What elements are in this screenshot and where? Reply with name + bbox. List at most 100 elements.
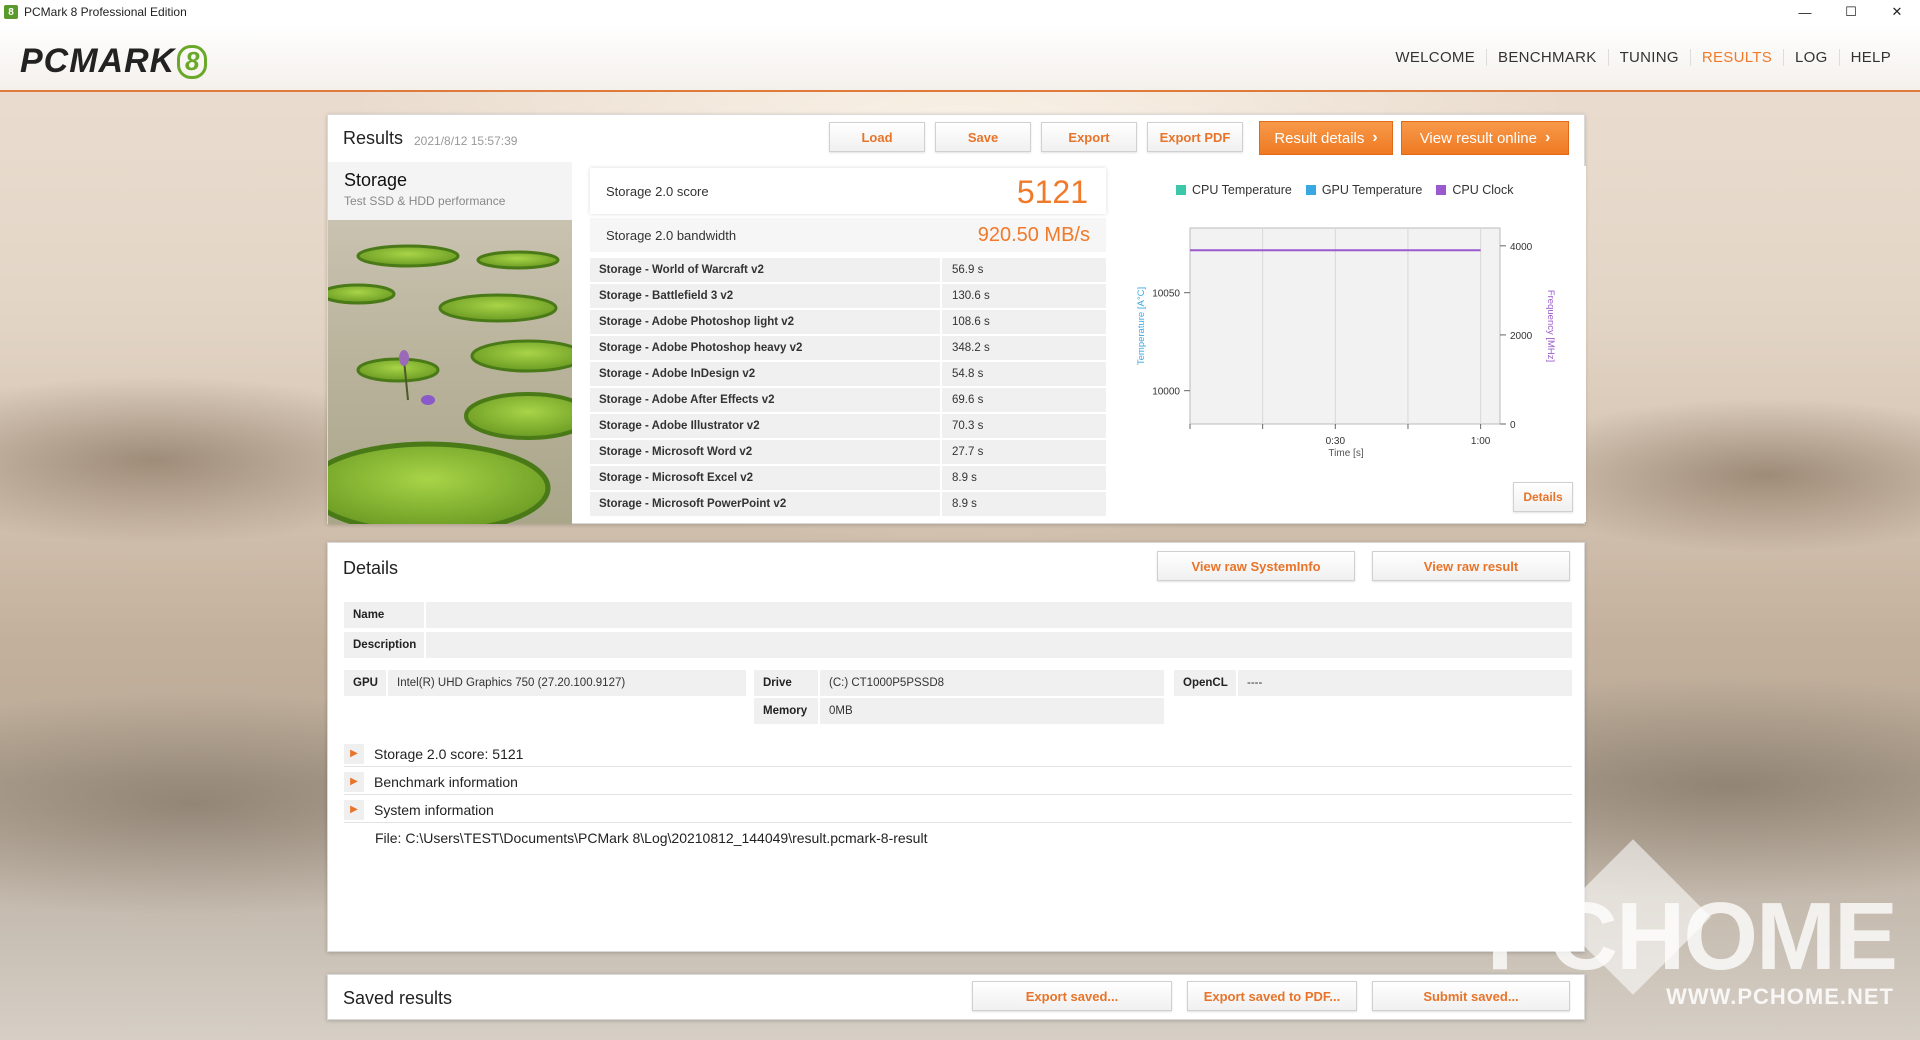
result-details-label: Result details [1274,129,1365,147]
storage-description: Test SSD & HDD performance [344,194,506,208]
tick-label: 1:00 [1471,436,1491,447]
test-value: 130.6 s [942,284,1106,308]
nav-log[interactable]: LOG [1784,48,1840,66]
window-titlebar: 8 PCMark 8 Professional Edition — ☐ ✕ [0,0,1920,24]
view-result-online-button[interactable]: View result online › [1401,121,1569,155]
tick-label: 0:30 [1326,436,1346,447]
close-button[interactable]: ✕ [1874,0,1920,24]
export-pdf-button[interactable]: Export PDF [1147,122,1243,152]
legend-item: CPU Temperature [1176,183,1292,197]
table-row: Storage - World of Warcraft v2 56.9 s [590,258,1106,282]
drive-value: (C:) CT1000P5PSSD8 [820,670,1164,696]
window-controls: — ☐ ✕ [1782,0,1920,24]
table-row: Storage - Adobe After Effects v2 69.6 s [590,388,1106,412]
results-timestamp: 2021/8/12 15:57:39 [414,134,518,148]
minimize-button[interactable]: — [1782,0,1828,24]
legend-label: CPU Clock [1452,183,1514,197]
nav-welcome[interactable]: WELCOME [1384,48,1488,66]
test-name: Storage - Adobe Illustrator v2 [590,414,940,438]
chart-legend: CPU Temperature GPU Temperature CPU Cloc… [1176,183,1513,197]
details-title: Details [343,558,399,578]
nav-tuning[interactable]: TUNING [1609,48,1691,66]
caret-right-icon: ▶ [344,799,364,820]
x-axis-label: Time [s] [1328,448,1363,459]
chevron-right-icon: › [1544,129,1551,146]
main-nav: WELCOME BENCHMARK TUNING RESULTS LOG HEL… [1384,24,1902,90]
memory-label: Memory [754,698,818,724]
export-saved-button[interactable]: Export saved... [972,981,1172,1011]
test-name: Storage - Adobe Photoshop light v2 [590,310,940,334]
table-row: Storage - Adobe Photoshop heavy v2 348.2 … [590,336,1106,360]
name-value [426,602,1572,628]
score-label: Storage 2.0 score [606,184,709,199]
nav-benchmark[interactable]: BENCHMARK [1487,48,1609,66]
expander-benchmark-info[interactable]: ▶ Benchmark information [344,769,1572,795]
opencl-value: ---- [1238,670,1572,696]
test-value: 69.6 s [942,388,1106,412]
expander-storage-score[interactable]: ▶ Storage 2.0 score: 5121 [344,741,1572,767]
monitoring-chart: 10050 10000 4000 2000 0 0:30 1:00 Time [s] T… [1136,227,1556,459]
legend-item: GPU Temperature [1305,183,1423,197]
expander-system-info[interactable]: ▶ System information [344,797,1572,823]
export-button[interactable]: Export [1041,122,1137,152]
results-title: Results [343,128,404,148]
memory-value: 0MB [820,698,1164,724]
expander-label: System information [374,801,494,818]
nav-help[interactable]: HELP [1840,49,1902,66]
test-value: 108.6 s [942,310,1106,334]
score-row: Storage 2.0 score 5121 [590,168,1106,214]
table-row: Storage - Adobe Photoshop light v2 108.6 … [590,310,1106,334]
logo-number: 8 [177,44,208,79]
watermark-text: PCHOME [1486,883,1898,990]
test-name: Storage - Adobe After Effects v2 [590,388,940,412]
tick-label: 10000 [1152,387,1180,398]
legend-swatch [1436,185,1447,195]
test-name: Storage - Microsoft PowerPoint v2 [590,492,940,516]
table-row: Storage - Microsoft PowerPoint v2 8.9 s [590,492,1106,516]
description-label: Description [344,632,424,658]
bandwidth-row: Storage 2.0 bandwidth 920.50 MB/s [590,218,1106,252]
table-row: Storage - Microsoft Excel v2 8.9 s [590,466,1106,490]
test-name: Storage - World of Warcraft v2 [590,258,940,282]
left-axis-label: Temperature [A°C] [1136,287,1147,365]
legend-label: CPU Temperature [1192,183,1292,197]
pcmark-logo: PCMARK 8 [20,42,208,81]
restore-button[interactable]: ☐ [1828,0,1874,24]
test-value: 8.9 s [942,492,1106,516]
view-raw-result-button[interactable]: View raw result [1372,551,1570,581]
lily-pads-image [328,220,572,524]
save-button[interactable]: Save [935,122,1031,152]
table-row: Storage - Adobe Illustrator v2 70.3 s [590,414,1106,438]
chevron-right-icon: › [1372,129,1378,146]
right-axis-label: Frequency [MHz] [1545,290,1556,362]
result-details-button[interactable]: Result details › [1259,121,1393,155]
test-results-table: Storage - World of Warcraft v2 56.9 s Sto… [590,258,1106,518]
caret-right-icon: ▶ [344,771,364,792]
plot-area [1189,227,1501,425]
bandwidth-label: Storage 2.0 bandwidth [606,228,737,243]
legend-label: GPU Temperature [1321,183,1423,197]
view-raw-systeminfo-button[interactable]: View raw SystemInfo [1157,551,1355,581]
app-icon: 8 [4,5,18,19]
nav-results[interactable]: RESULTS [1691,48,1785,66]
x-axis: 0:30 1:00 [1189,424,1491,447]
test-name: Storage - Battlefield 3 v2 [590,284,940,308]
table-row: Storage - Battlefield 3 v2 130.6 s [590,284,1106,308]
test-value: 27.7 s [942,440,1106,464]
expander-label: Storage 2.0 score: 5121 [374,745,524,762]
result-file-path: File: C:\Users\TEST\Documents\PCMark 8\L… [375,830,928,846]
storage-header: Storage Test SSD & HDD performance [328,162,572,220]
caret-right-icon: ▶ [344,743,364,764]
load-button[interactable]: Load [829,122,925,152]
bandwidth-value: 920.50 MB/s [977,224,1090,246]
watermark-url: WWW.PCHOME.NET [1666,984,1894,1009]
table-row: Storage - Adobe InDesign v2 54.8 s [590,362,1106,386]
details-button[interactable]: Details [1513,482,1573,512]
export-saved-pdf-button[interactable]: Export saved to PDF... [1187,981,1357,1011]
gpu-value: Intel(R) UHD Graphics 750 (27.20.100.912… [388,670,746,696]
storage-name: Storage [344,170,408,190]
saved-results-title: Saved results [343,988,453,1008]
gpu-label: GPU [344,670,386,696]
score-value: 5121 [1016,174,1088,210]
tick-label: 4000 [1510,242,1533,253]
